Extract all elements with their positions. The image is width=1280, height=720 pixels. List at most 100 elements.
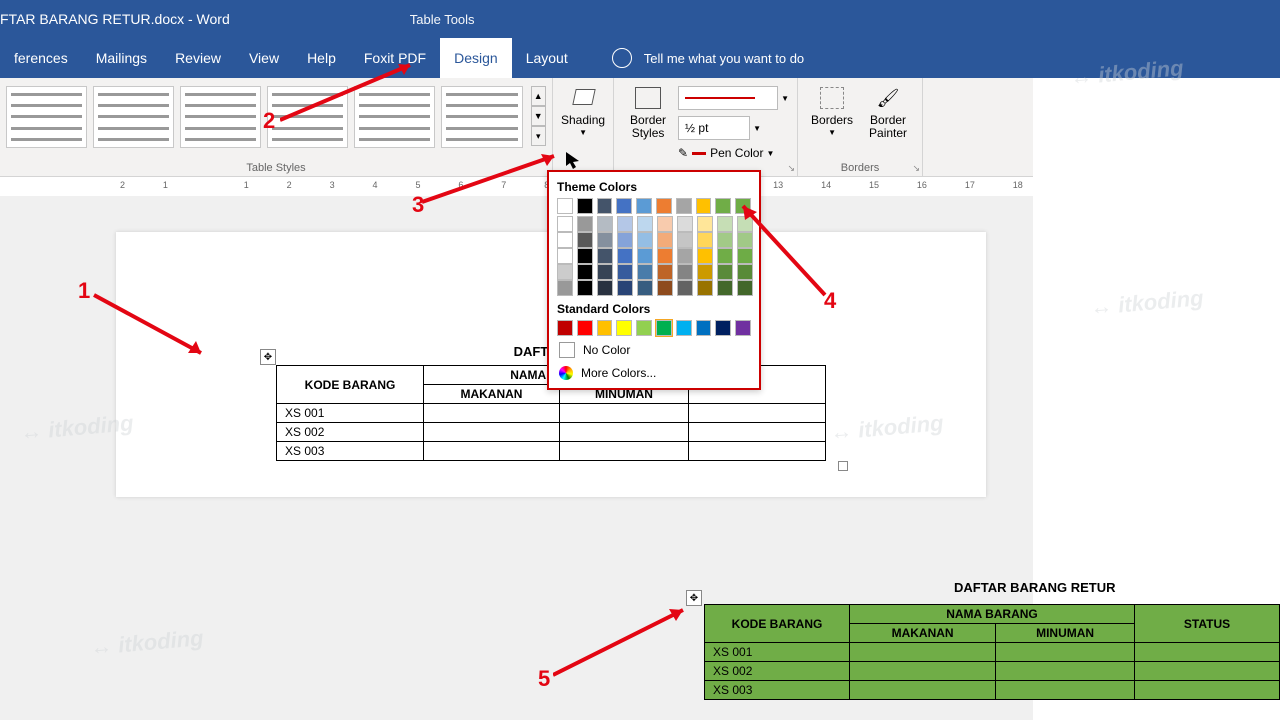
color-swatch[interactable] xyxy=(577,280,593,296)
color-swatch[interactable] xyxy=(577,232,593,248)
color-swatch[interactable] xyxy=(696,198,712,214)
borders-button[interactable]: Borders ▼ xyxy=(804,82,860,142)
dialog-launcher-icon[interactable]: ↘ xyxy=(788,163,796,174)
line-width-selector[interactable]: ½ pt ▼ xyxy=(678,116,792,140)
color-swatch[interactable] xyxy=(637,248,653,264)
color-swatch[interactable] xyxy=(557,320,573,336)
color-swatch[interactable] xyxy=(717,216,733,232)
tab-help[interactable]: Help xyxy=(293,38,350,78)
color-swatch[interactable] xyxy=(677,280,693,296)
color-swatch[interactable] xyxy=(557,198,573,214)
color-swatch[interactable] xyxy=(597,248,613,264)
color-swatch[interactable] xyxy=(577,198,593,214)
color-swatch[interactable] xyxy=(636,198,652,214)
table-style-thumb[interactable] xyxy=(441,86,522,148)
color-swatch[interactable] xyxy=(557,248,573,264)
tab-view[interactable]: View xyxy=(235,38,293,78)
color-swatch[interactable] xyxy=(677,248,693,264)
table-style-thumb[interactable] xyxy=(354,86,435,148)
color-swatch[interactable] xyxy=(597,264,613,280)
color-swatch[interactable] xyxy=(717,280,733,296)
color-swatch[interactable] xyxy=(717,232,733,248)
color-swatch[interactable] xyxy=(617,216,633,232)
color-swatch[interactable] xyxy=(617,232,633,248)
color-swatch[interactable] xyxy=(677,232,693,248)
color-swatch[interactable] xyxy=(697,216,713,232)
color-swatch[interactable] xyxy=(597,280,613,296)
color-swatch[interactable] xyxy=(656,198,672,214)
color-swatch[interactable] xyxy=(657,232,673,248)
table-style-thumb[interactable] xyxy=(267,86,348,148)
border-painter-button[interactable]: 🖌 Border Painter xyxy=(860,82,916,142)
more-colors-item[interactable]: More Colors... xyxy=(557,362,751,384)
table-move-handle[interactable]: ✥ xyxy=(260,349,276,365)
color-swatch[interactable] xyxy=(737,248,753,264)
color-swatch[interactable] xyxy=(616,320,632,336)
pen-color-button[interactable]: ✎ Pen Color ▼ xyxy=(678,146,792,160)
color-swatch[interactable] xyxy=(697,280,713,296)
color-swatch[interactable] xyxy=(577,320,593,336)
color-swatch[interactable] xyxy=(617,264,633,280)
table-resize-handle[interactable] xyxy=(838,461,848,471)
gallery-down-icon[interactable]: ▼ xyxy=(531,106,546,126)
color-swatch[interactable] xyxy=(735,320,751,336)
color-swatch[interactable] xyxy=(577,216,593,232)
color-swatch[interactable] xyxy=(657,264,673,280)
color-swatch[interactable] xyxy=(737,216,753,232)
color-swatch[interactable] xyxy=(637,232,653,248)
color-swatch[interactable] xyxy=(677,216,693,232)
color-swatch[interactable] xyxy=(637,216,653,232)
color-swatch[interactable] xyxy=(597,216,613,232)
table-style-thumb[interactable] xyxy=(93,86,174,148)
cell[interactable]: XS 003 xyxy=(277,442,424,461)
color-swatch[interactable] xyxy=(697,232,713,248)
color-swatch[interactable] xyxy=(715,320,731,336)
color-swatch[interactable] xyxy=(677,264,693,280)
color-swatch[interactable] xyxy=(657,248,673,264)
color-swatch[interactable] xyxy=(616,198,632,214)
color-swatch[interactable] xyxy=(557,280,573,296)
tab-mailings[interactable]: Mailings xyxy=(82,38,161,78)
no-color-item[interactable]: No Color xyxy=(557,338,751,362)
color-swatch[interactable] xyxy=(597,232,613,248)
color-swatch[interactable] xyxy=(717,248,733,264)
color-swatch[interactable] xyxy=(697,248,713,264)
color-swatch[interactable] xyxy=(737,280,753,296)
table-style-thumb[interactable] xyxy=(6,86,87,148)
color-swatch[interactable] xyxy=(737,232,753,248)
gallery-up-icon[interactable]: ▲ xyxy=(531,86,546,106)
cell[interactable]: XS 002 xyxy=(277,423,424,442)
color-swatch[interactable] xyxy=(577,264,593,280)
table-move-handle[interactable]: ✥ xyxy=(686,590,702,606)
cell[interactable]: XS 001 xyxy=(277,404,424,423)
color-swatch[interactable] xyxy=(656,320,672,336)
color-swatch[interactable] xyxy=(696,320,712,336)
color-swatch[interactable] xyxy=(637,280,653,296)
color-swatch[interactable] xyxy=(597,320,613,336)
gallery-more-icon[interactable]: ▾ xyxy=(531,126,546,146)
color-swatch[interactable] xyxy=(557,264,573,280)
color-swatch[interactable] xyxy=(637,264,653,280)
color-swatch[interactable] xyxy=(657,216,673,232)
color-swatch[interactable] xyxy=(717,264,733,280)
line-style-selector[interactable]: ▼ xyxy=(678,86,792,110)
color-swatch[interactable] xyxy=(557,216,573,232)
color-swatch[interactable] xyxy=(617,280,633,296)
tell-me[interactable]: Tell me what you want to do xyxy=(612,48,804,68)
color-swatch[interactable] xyxy=(597,198,613,214)
color-swatch[interactable] xyxy=(676,198,692,214)
color-swatch[interactable] xyxy=(657,280,673,296)
color-swatch[interactable] xyxy=(676,320,692,336)
border-styles-button[interactable]: Border Styles xyxy=(618,82,678,162)
shading-button[interactable]: Shading ▼ xyxy=(555,82,611,139)
tab-design[interactable]: Design xyxy=(440,38,512,78)
color-swatch[interactable] xyxy=(557,232,573,248)
color-swatch[interactable] xyxy=(737,264,753,280)
color-swatch[interactable] xyxy=(715,198,731,214)
color-swatch[interactable] xyxy=(636,320,652,336)
table-style-thumb[interactable] xyxy=(180,86,261,148)
tab-review[interactable]: Review xyxy=(161,38,235,78)
color-swatch[interactable] xyxy=(577,248,593,264)
tab-layout[interactable]: Layout xyxy=(512,38,582,78)
tab-references[interactable]: ferences xyxy=(0,38,82,78)
